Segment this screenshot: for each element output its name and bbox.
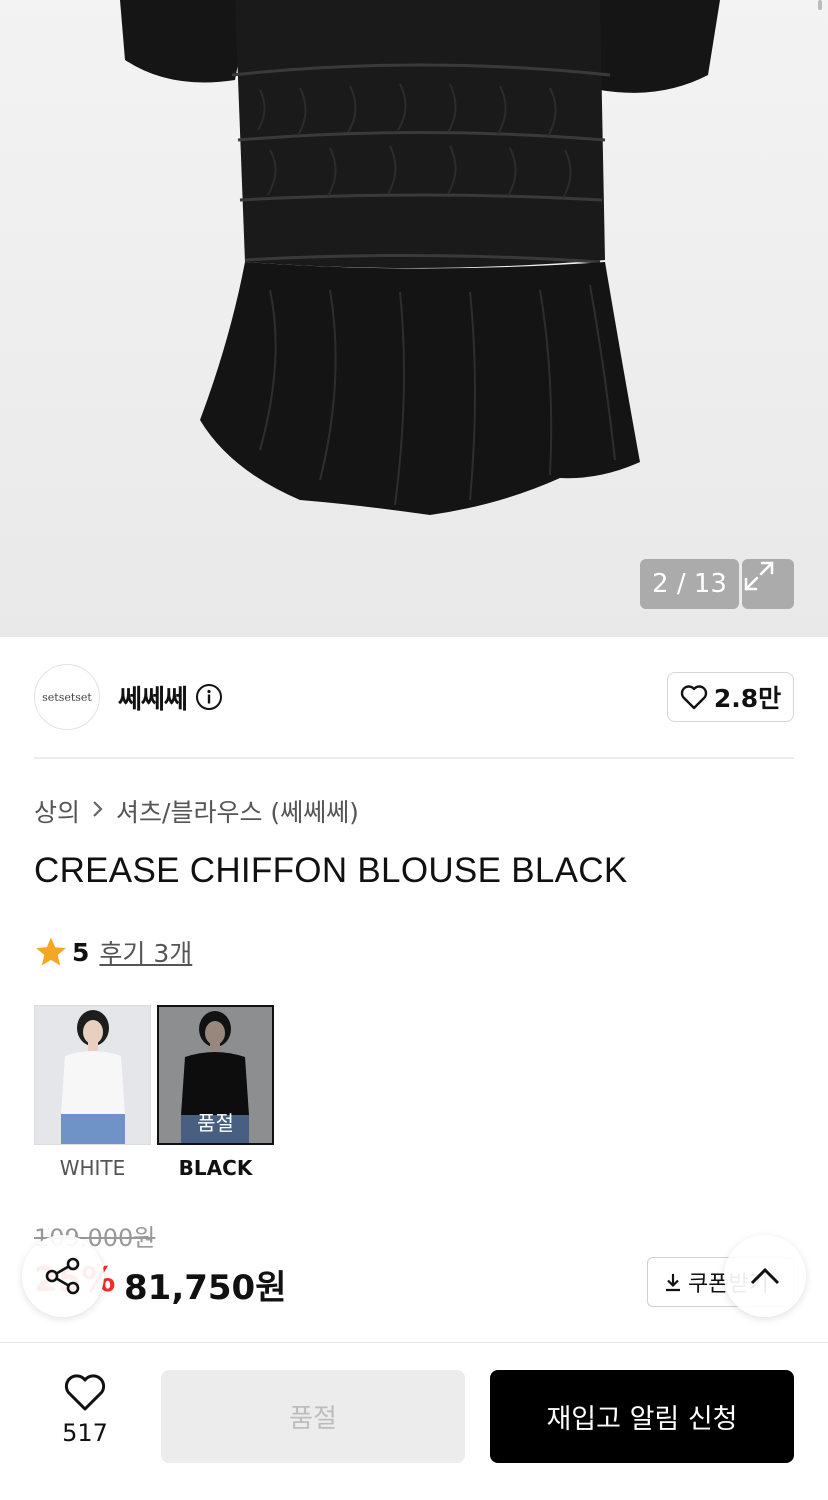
sale-price: 81,750원 (124, 1268, 287, 1308)
heart-icon (680, 685, 708, 710)
star-icon (36, 937, 66, 966)
brand-row: setsetset 쎄쎄쎄 2.8만 (34, 663, 794, 731)
color-option-black[interactable]: 품절 (157, 1005, 274, 1145)
share-icon (45, 1257, 80, 1295)
brand-name[interactable]: 쎄쎄쎄 (118, 679, 188, 716)
expand-icon (744, 561, 774, 591)
expand-button[interactable] (742, 559, 794, 609)
reviews-link[interactable]: 후기 3개 (99, 934, 192, 970)
blouse-image (120, 0, 720, 515)
brand-like-button[interactable]: 2.8만 (667, 672, 794, 722)
chevron-right-icon (92, 799, 104, 824)
divider (34, 757, 794, 759)
image-counter: 2 / 13 (640, 559, 739, 609)
brand-like-count: 2.8만 (713, 684, 782, 713)
scroll-top-button[interactable] (724, 1235, 806, 1317)
restock-alert-button[interactable]: 재입고 알림 신청 (490, 1370, 794, 1463)
color-option-white[interactable] (34, 1005, 151, 1145)
chevron-up-icon (750, 1267, 780, 1285)
color-label-white: WHITE (59, 1156, 126, 1180)
product-image[interactable]: 2 / 13 (0, 0, 828, 637)
wishlist-button[interactable]: 517 (44, 1373, 126, 1447)
bottom-action-bar: 517 품절 재입고 알림 신청 (0, 1342, 828, 1500)
breadcrumb-subcategory[interactable]: 셔츠/블라우스 (쎄쎄쎄) (116, 793, 359, 829)
download-icon (666, 1274, 680, 1292)
rating-score: 5 (72, 937, 90, 967)
brand-logo-text: setsetset (42, 690, 92, 704)
heart-icon (64, 1374, 106, 1411)
white-blouse-thumbnail (35, 1006, 150, 1144)
soldout-button[interactable]: 품절 (161, 1370, 465, 1463)
soldout-badge: 품절 (197, 1111, 234, 1135)
wishlist-count: 517 (62, 1419, 108, 1447)
brand-logo[interactable]: setsetset (34, 664, 100, 730)
rating: 5 후기 3개 (34, 934, 192, 970)
color-label-black: BLACK (178, 1156, 253, 1180)
share-button[interactable] (22, 1235, 104, 1317)
breadcrumb: 상의 셔츠/블라우스 (쎄쎄쎄) (34, 793, 359, 829)
breadcrumb-category[interactable]: 상의 (34, 793, 80, 829)
info-icon[interactable] (195, 683, 223, 711)
product-title: CREASE CHIFFON BLOUSE BLACK (34, 851, 628, 890)
scrollbar[interactable] (818, 0, 822, 10)
